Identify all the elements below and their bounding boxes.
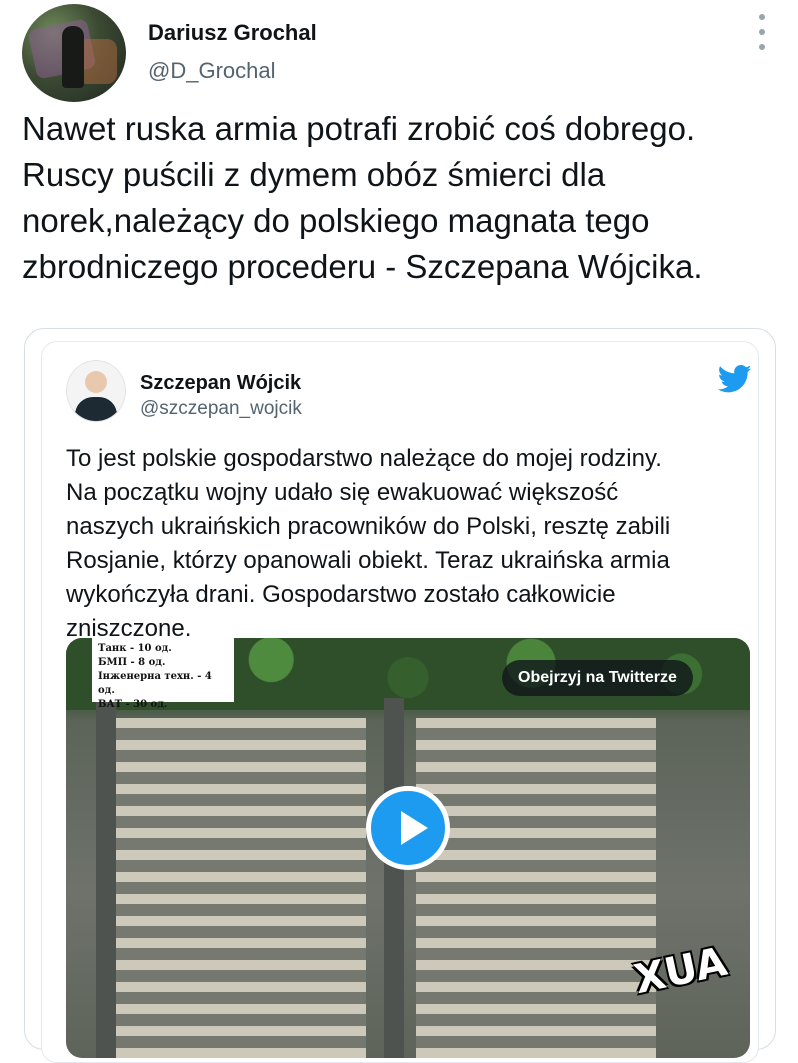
more-vertical-icon[interactable] <box>752 14 772 50</box>
aerial-barns <box>416 718 656 1058</box>
author-handle[interactable]: @D_Grochal <box>148 58 276 84</box>
tweet-line: norek,należący do polskiego magnata tego <box>22 202 650 239</box>
tweet-line: Ruscy puścili z dymem obóz śmierci dla <box>22 156 606 193</box>
twitter-bird-icon[interactable] <box>718 364 752 394</box>
author-avatar[interactable] <box>22 4 126 102</box>
watch-on-twitter-button[interactable]: Obejrzyj na Twitterze <box>502 660 693 696</box>
info-line: Танк - 10 од. <box>98 643 172 654</box>
quoted-author-handle[interactable]: @szczepan_wojcik <box>140 398 302 420</box>
quoted-avatar[interactable] <box>66 360 126 422</box>
info-line: ВАТ - 30 од. <box>98 699 168 710</box>
quoted-tweet[interactable]: Szczepan Wójcik @szczepan_wojcik To jest… <box>41 341 759 1063</box>
info-line: Інженерна техн. - 4 од. <box>98 671 212 696</box>
avatar-figure <box>62 26 84 88</box>
author-name[interactable]: Dariusz Grochal <box>148 20 317 46</box>
quoted-author-name[interactable]: Szczepan Wójcik <box>140 372 301 395</box>
tweet-line: Nawet ruska armia potrafi zrobić coś dob… <box>22 110 696 147</box>
video-thumbnail[interactable]: Танк - 10 од. БМП - 8 од. Інженерна техн… <box>66 638 750 1058</box>
quoted-line: Rosjanie, którzy opanowali obiekt. Teraz… <box>66 547 670 574</box>
tweet-text: Nawet ruska armia potrafi zrobić coś dob… <box>22 106 782 290</box>
aerial-road <box>96 698 116 1058</box>
info-line: БМП - 8 од. <box>98 657 166 668</box>
play-button[interactable] <box>366 786 450 870</box>
play-icon <box>401 811 428 845</box>
quoted-line: To jest polskie gospodarstwo należące do… <box>66 445 662 472</box>
tweet-line: zbrodniczego procederu - Szczepana Wójci… <box>22 248 703 285</box>
aerial-road <box>384 698 404 1058</box>
video-info-box: Танк - 10 од. БМП - 8 од. Інженерна техн… <box>92 638 234 710</box>
quoted-text: To jest polskie gospodarstwo należące do… <box>66 442 746 646</box>
quoted-line: Na początku wojny udało się ewakuować wi… <box>66 479 619 506</box>
quoted-line: wykończyła drani. Gospodarstwo zostało c… <box>66 581 616 608</box>
aerial-barns <box>116 718 366 1058</box>
quoted-line: naszych ukraińskich pracowników do Polsk… <box>66 513 671 540</box>
embedded-screenshot: Szczepan Wójcik @szczepan_wojcik To jest… <box>24 328 776 1063</box>
